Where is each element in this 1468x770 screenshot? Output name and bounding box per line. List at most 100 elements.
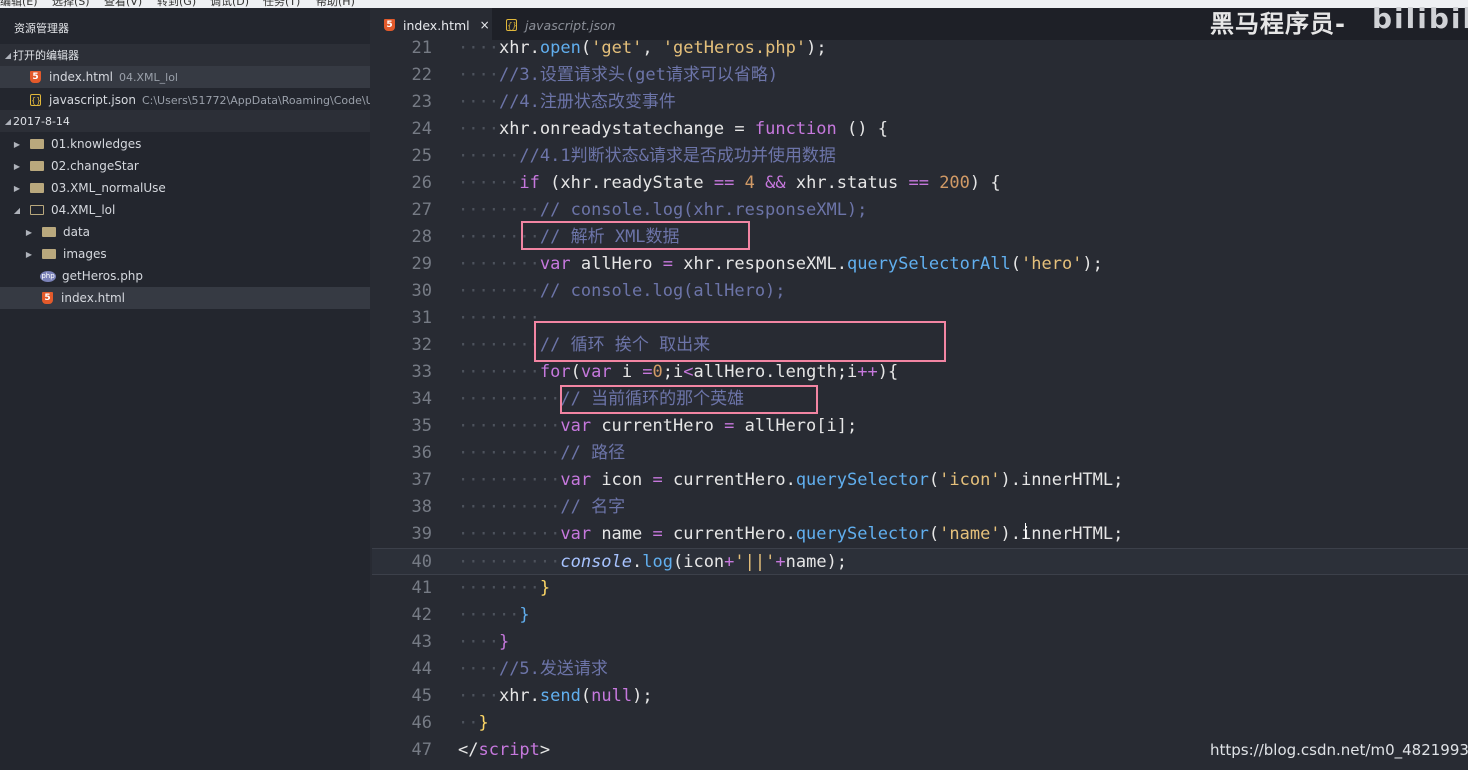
- tree-item-04[interactable]: ◢ 04.XML_lol: [0, 199, 370, 221]
- html5-icon: 5: [384, 19, 395, 31]
- folder-icon: [30, 161, 44, 171]
- code-token: 'get': [591, 40, 643, 58]
- tree-item-data[interactable]: ▶ data: [0, 221, 370, 243]
- code-token: console: [560, 552, 633, 572]
- tree-item-02[interactable]: ▶ 02.changeStar: [0, 155, 370, 177]
- code-token: currentHero.: [662, 524, 796, 544]
- code-line[interactable]: 33 ········for(var i =0;i<allHero.length;…: [372, 359, 1468, 386]
- code-token: querySelector: [795, 470, 929, 490]
- code-line[interactable]: 36 ··········// 路径: [372, 440, 1468, 467]
- line-number: 41: [411, 578, 432, 598]
- chevron-right-icon: ▶: [13, 183, 21, 193]
- tab-javascript-json[interactable]: {} javascript.json: [494, 8, 624, 42]
- code-line[interactable]: 45 ····xhr.send(null);: [372, 683, 1468, 710]
- code-line[interactable]: 22 ····//3.设置请求头(get请求可以省略): [372, 62, 1468, 89]
- html5-icon: 5: [30, 71, 41, 83]
- code-token: ){: [877, 362, 899, 382]
- code-token: &&: [765, 173, 786, 193]
- code-text: ········}: [458, 575, 550, 602]
- code-line[interactable]: 42 ······}: [372, 602, 1468, 629]
- open-editors-label: 打开的编辑器: [13, 49, 79, 62]
- menu-select[interactable]: 选择(S): [52, 0, 90, 8]
- open-editor-name: index.html: [49, 70, 113, 84]
- code-text: ····xhr.send(null);: [458, 683, 653, 710]
- code-token: =: [642, 362, 653, 382]
- open-editors-header[interactable]: ◢ 打开的编辑器: [0, 44, 370, 66]
- code-token: allHero.length;i: [693, 362, 858, 382]
- tab-index-html[interactable]: 5 index.html ×: [372, 8, 492, 42]
- code-line[interactable]: 41 ········}: [372, 575, 1468, 602]
- code-token: var: [580, 362, 612, 382]
- code-line[interactable]: 35 ··········var currentHero = allHero[i]…: [372, 413, 1468, 440]
- code-token: xhr: [498, 686, 530, 706]
- code-line[interactable]: 21 ····xhr.open('get', 'getHeros.php');: [372, 40, 1468, 62]
- tree-item-label: 02.changeStar: [51, 159, 139, 173]
- menu-goto[interactable]: 转到(G): [157, 0, 196, 8]
- line-number: 42: [411, 605, 432, 625]
- code-line[interactable]: 24 ····xhr.onreadystatechange = function …: [372, 116, 1468, 143]
- code-token: xhr.responseXML.: [672, 254, 847, 274]
- code-token: //4.1判断状态&请求是否成功并使用数据: [519, 146, 836, 166]
- open-editor-item-json[interactable]: {} javascript.json C:\Users\51772\AppDat…: [0, 89, 370, 111]
- line-number: 34: [411, 389, 432, 409]
- code-line[interactable]: 26 ······if (xhr.readyState == 4 && xhr.s…: [372, 170, 1468, 197]
- code-line[interactable]: 37 ··········var icon = currentHero.query…: [372, 467, 1468, 494]
- annotation-box: [521, 221, 750, 250]
- watermark-bilibili: bilibili: [1372, 2, 1468, 35]
- watermark-url: https://blog.csdn.net/m0_48219937: [1210, 741, 1468, 759]
- tree-item-01[interactable]: ▶ 01.knowledges: [0, 133, 370, 155]
- code-token: ==: [908, 173, 929, 193]
- code-text: ··········console.log(icon+'||'+name);: [458, 549, 847, 576]
- code-token: send: [539, 686, 581, 706]
- code-token: </: [458, 740, 479, 760]
- code-text: ····}: [458, 629, 509, 656]
- code-line[interactable]: 27 ········// console.log(xhr.responseXML…: [372, 197, 1468, 224]
- code-token: >: [539, 740, 551, 760]
- menu-view[interactable]: 查看(V): [104, 0, 142, 8]
- tree-item-03[interactable]: ▶ 03.XML_normalUse: [0, 177, 370, 199]
- code-token: (: [928, 524, 940, 544]
- code-text: ····//3.设置请求头(get请求可以省略): [458, 62, 778, 89]
- open-editor-item-index[interactable]: 5 index.html 04.XML_lol: [0, 66, 370, 88]
- close-icon[interactable]: ×: [480, 18, 490, 32]
- code-token: +: [775, 552, 786, 572]
- line-number: 40: [411, 552, 432, 572]
- code-token: 'hero': [1021, 254, 1083, 274]
- code-line[interactable]: 43 ····}: [372, 629, 1468, 656]
- tree-item-label: 03.XML_normalUse: [51, 181, 166, 195]
- code-token: open: [539, 40, 581, 58]
- tree-item-label: 01.knowledges: [51, 137, 142, 151]
- code-line[interactable]: 44 ····//5.发送请求: [372, 656, 1468, 683]
- menu-tasks[interactable]: 任务(T): [263, 0, 300, 8]
- code-token: allHero: [570, 254, 663, 274]
- code-line[interactable]: 23 ····//4.注册状态改变事件: [372, 89, 1468, 116]
- tree-item-label: data: [63, 225, 91, 239]
- folder-header[interactable]: ◢ 2017-8-14: [0, 110, 370, 132]
- code-editor[interactable]: 21 ····xhr.open('get', 'getHeros.php'); 22…: [372, 40, 1468, 770]
- code-line[interactable]: 25 ······//4.1判断状态&请求是否成功并使用数据: [372, 143, 1468, 170]
- code-line[interactable]: 29 ········var allHero = xhr.responseXML.…: [372, 251, 1468, 278]
- code-line[interactable]: 38 ··········// 名字: [372, 494, 1468, 521]
- tree-item-index[interactable]: 5 index.html: [0, 287, 370, 309]
- menu-debug[interactable]: 调试(D): [210, 0, 249, 8]
- tree-item-images[interactable]: ▶ images: [0, 243, 370, 265]
- folder-label: 2017-8-14: [13, 114, 70, 128]
- code-token: .: [529, 119, 540, 139]
- menu-help[interactable]: 帮助(H): [316, 0, 355, 8]
- code-token: () {: [836, 119, 888, 139]
- code-text: ··········// 路径: [458, 440, 625, 467]
- code-line[interactable]: 46 ··}: [372, 710, 1468, 737]
- code-token: =: [652, 470, 663, 490]
- menu-edit[interactable]: 编辑(E): [0, 0, 38, 8]
- code-line[interactable]: 30 ········// console.log(allHero);: [372, 278, 1468, 305]
- code-token: );: [632, 686, 653, 706]
- code-token: // console.log(allHero);: [539, 281, 786, 301]
- code-line[interactable]: 34 ··········// 当前循环的那个英雄: [372, 386, 1468, 413]
- open-editor-name: javascript.json: [49, 93, 136, 107]
- code-token: ;i: [662, 362, 684, 382]
- tree-item-getheros[interactable]: php getHeros.php: [0, 265, 370, 287]
- code-line[interactable]: 40 ··········console.log(icon+'||'+name);: [372, 548, 1468, 575]
- code-line[interactable]: 39 ··········var name = currentHero.query…: [372, 521, 1468, 548]
- code-token: );: [806, 40, 827, 58]
- code-token: ··········: [458, 524, 561, 544]
